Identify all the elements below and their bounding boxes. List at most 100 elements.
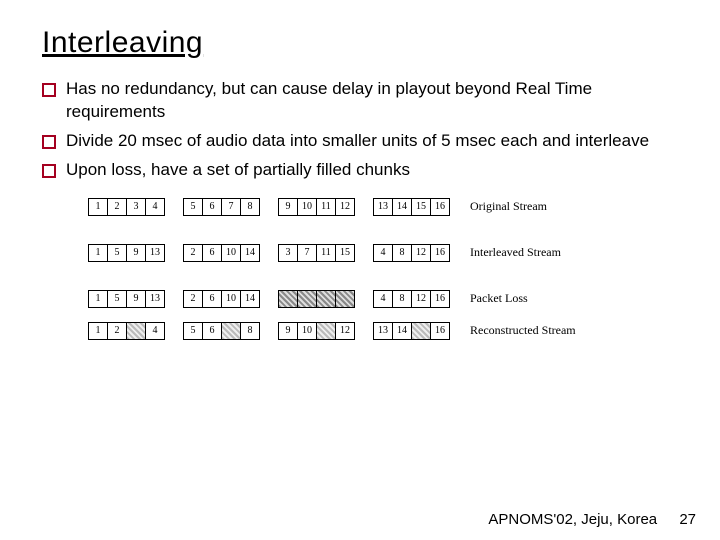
stream-cell: 9 xyxy=(278,322,298,340)
cell-group: 481216 xyxy=(373,244,450,262)
stream-cell: 13 xyxy=(373,322,393,340)
stream-cell: 16 xyxy=(430,290,450,308)
stream-cell: 13 xyxy=(373,198,393,216)
stream-cell: 6 xyxy=(202,290,222,308)
stream-cell: 3 xyxy=(278,290,298,308)
cell-group: 5678 xyxy=(183,198,260,216)
stream-cell: 10 xyxy=(297,322,317,340)
stream-cell: 11 xyxy=(316,198,336,216)
stream-cell: 8 xyxy=(392,290,412,308)
stream-cell: 5 xyxy=(183,198,203,216)
stream-cell: 4 xyxy=(145,198,165,216)
row-groups: 15913261014371115481216 xyxy=(88,290,450,308)
stream-cell: 8 xyxy=(240,198,260,216)
stream-cell: 11 xyxy=(316,244,336,262)
stream-cell: 10 xyxy=(221,244,241,262)
stream-cell: 11 xyxy=(316,290,336,308)
page-number: 27 xyxy=(679,511,696,528)
bullet-item: Upon loss, have a set of partially fille… xyxy=(42,159,678,182)
stream-cell: 15 xyxy=(335,244,355,262)
stream-cell: 10 xyxy=(297,198,317,216)
row-groups: 12456891012131416 xyxy=(88,322,450,340)
stream-cell xyxy=(126,322,146,340)
stream-cell xyxy=(411,322,431,340)
stream-cell: 2 xyxy=(107,198,127,216)
stream-cell: 8 xyxy=(392,244,412,262)
row-groups: 15913261014371115481216 xyxy=(88,244,450,262)
stream-cell: 7 xyxy=(297,244,317,262)
stream-cell: 13 xyxy=(145,244,165,262)
bullet-mark-icon xyxy=(42,83,56,97)
bullet-item: Divide 20 msec of audio data into smalle… xyxy=(42,130,678,153)
diagram-row: 15913261014371115481216Packet Loss xyxy=(88,290,648,308)
cell-group: 568 xyxy=(183,322,260,340)
stream-cell: 12 xyxy=(335,322,355,340)
stream-cell: 6 xyxy=(202,244,222,262)
stream-cell: 9 xyxy=(126,244,146,262)
stream-cell: 12 xyxy=(411,290,431,308)
stream-cell: 12 xyxy=(411,244,431,262)
cell-group: 371115 xyxy=(278,244,355,262)
footer-venue: APNOMS'02, Jeju, Korea xyxy=(488,511,657,528)
bullet-item: Has no redundancy, but can cause delay i… xyxy=(42,78,678,124)
stream-cell: 4 xyxy=(373,244,393,262)
stream-cell: 14 xyxy=(392,198,412,216)
stream-cell: 2 xyxy=(107,322,127,340)
stream-cell: 10 xyxy=(221,290,241,308)
stream-cell: 1 xyxy=(88,322,108,340)
stream-cell: 7 xyxy=(297,290,317,308)
stream-cell: 4 xyxy=(145,322,165,340)
cell-group: 261014 xyxy=(183,290,260,308)
stream-cell: 1 xyxy=(88,244,108,262)
stream-cell xyxy=(316,322,336,340)
stream-cell: 5 xyxy=(107,290,127,308)
cell-group: 261014 xyxy=(183,244,260,262)
cell-group: 15913 xyxy=(88,290,165,308)
cell-group: 124 xyxy=(88,322,165,340)
stream-cell: 5 xyxy=(107,244,127,262)
stream-cell: 2 xyxy=(183,244,203,262)
stream-cell: 6 xyxy=(202,322,222,340)
stream-cell: 9 xyxy=(126,290,146,308)
stream-cell: 6 xyxy=(202,198,222,216)
stream-cell: 14 xyxy=(240,290,260,308)
row-label: Interleaved Stream xyxy=(470,245,561,260)
cell-group: 1314 16 xyxy=(373,322,450,340)
stream-cell: 15 xyxy=(411,198,431,216)
stream-cell: 3 xyxy=(278,244,298,262)
stream-cell: 1 xyxy=(88,198,108,216)
stream-cell: 9 xyxy=(278,198,298,216)
stream-cell: 16 xyxy=(430,244,450,262)
stream-cell xyxy=(221,322,241,340)
bullet-text: Divide 20 msec of audio data into smalle… xyxy=(66,130,678,153)
interleaving-diagram: 12345678910111213141516Original Stream15… xyxy=(88,198,648,340)
cell-group: 481216 xyxy=(373,290,450,308)
stream-cell: 14 xyxy=(240,244,260,262)
bullet-mark-icon xyxy=(42,164,56,178)
stream-cell: 14 xyxy=(392,322,412,340)
row-label: Reconstructed Stream xyxy=(470,323,576,338)
bullet-text: Upon loss, have a set of partially fille… xyxy=(66,159,678,182)
bullet-text: Has no redundancy, but can cause delay i… xyxy=(66,78,678,124)
stream-cell: 1 xyxy=(88,290,108,308)
stream-cell: 12 xyxy=(335,198,355,216)
stream-cell: 15 xyxy=(335,290,355,308)
bullet-mark-icon xyxy=(42,135,56,149)
bullet-list: Has no redundancy, but can cause delay i… xyxy=(42,78,678,182)
stream-cell: 4 xyxy=(373,290,393,308)
row-label: Original Stream xyxy=(470,199,547,214)
cell-group: 13141516 xyxy=(373,198,450,216)
slide-title: Interleaving xyxy=(42,26,678,60)
diagram-row: 15913261014371115481216Interleaved Strea… xyxy=(88,244,648,262)
stream-cell: 3 xyxy=(126,198,146,216)
slide-footer: APNOMS'02, Jeju, Korea 27 xyxy=(488,511,696,528)
diagram-row: 12345678910111213141516Original Stream xyxy=(88,198,648,216)
cell-group: 1234 xyxy=(88,198,165,216)
stream-cell: 16 xyxy=(430,198,450,216)
cell-group: 371115 xyxy=(278,290,355,308)
row-groups: 12345678910111213141516 xyxy=(88,198,450,216)
stream-cell: 7 xyxy=(221,198,241,216)
diagram-row: 12456891012131416Reconstructed Stream xyxy=(88,322,648,340)
stream-cell: 16 xyxy=(430,322,450,340)
stream-cell: 2 xyxy=(183,290,203,308)
